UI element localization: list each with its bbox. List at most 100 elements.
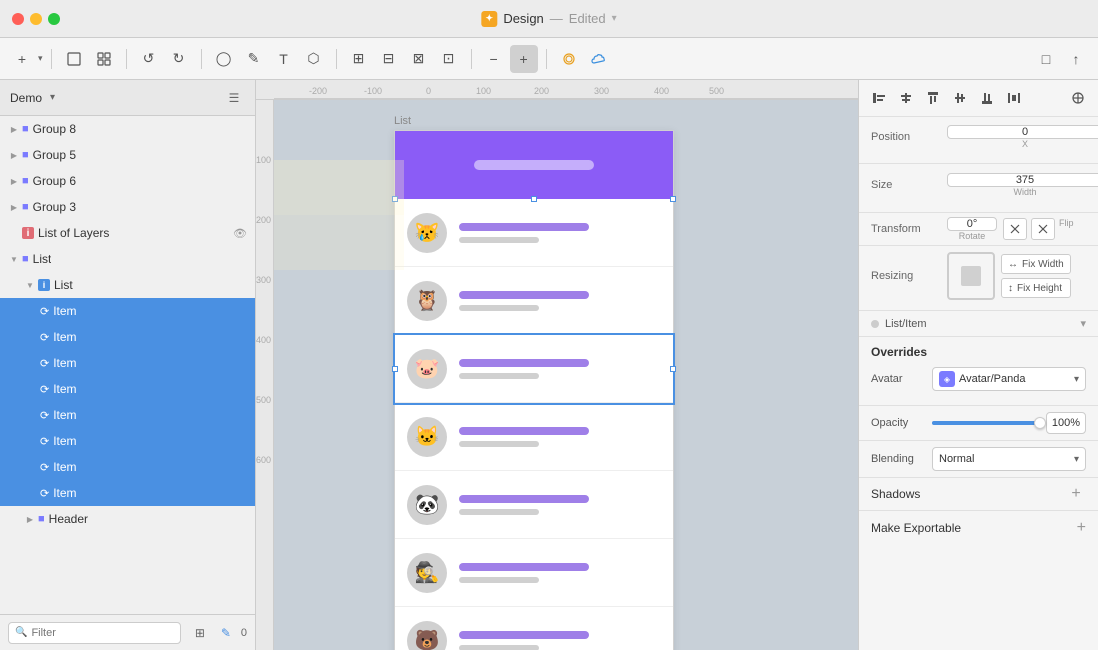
layer-group3[interactable]: ▶ ■ Group 3: [0, 194, 255, 220]
align-center-btn[interactable]: [894, 86, 918, 110]
workspace-dropdown-icon[interactable]: ▾: [50, 92, 55, 103]
list-row-3[interactable]: 🐷: [395, 335, 673, 403]
maximize-button[interactable]: [48, 13, 60, 25]
zoom-minus-button[interactable]: −: [480, 45, 508, 73]
layer-item-8[interactable]: ⟳ Item: [0, 480, 255, 506]
share-button[interactable]: [555, 45, 583, 73]
layer-group8[interactable]: ▶ ■ Group 8: [0, 116, 255, 142]
opacity-thumb[interactable]: [1034, 417, 1046, 429]
distribute-button[interactable]: ⊠: [405, 45, 433, 73]
expand-list-inner[interactable]: ▼: [24, 279, 36, 291]
v-tick-500: 500: [256, 395, 271, 405]
list-row-6[interactable]: 🕵: [395, 539, 673, 607]
align-left-button[interactable]: ⊞: [345, 45, 373, 73]
expand-group5[interactable]: ▶: [8, 149, 20, 161]
layer-item-7[interactable]: ⟳ Item: [0, 454, 255, 480]
add-shadow-button[interactable]: +: [1066, 484, 1086, 504]
expand-list[interactable]: ▼: [8, 253, 20, 265]
redo-button[interactable]: ↻: [165, 45, 193, 73]
list-row-5[interactable]: 🐼: [395, 471, 673, 539]
list-row-4[interactable]: 🐱: [395, 403, 673, 471]
layer-group6[interactable]: ▶ ■ Group 6: [0, 168, 255, 194]
avatar-override-select[interactable]: ◈ Avatar/Panda ▾: [932, 367, 1086, 391]
resize-handle-ml[interactable]: [392, 366, 398, 372]
component-ref-row[interactable]: List/Item ▾: [859, 311, 1098, 337]
position-x-input[interactable]: [947, 125, 1098, 139]
layer-name-item3: Item: [53, 356, 76, 370]
title-dropdown-icon[interactable]: ▾: [612, 13, 617, 24]
size-width-input[interactable]: [947, 173, 1098, 187]
list-row-2[interactable]: 🦉: [395, 267, 673, 335]
align-left-btn[interactable]: [867, 86, 891, 110]
copy-button[interactable]: ⊞: [189, 622, 211, 644]
layer-name-item8: Item: [53, 486, 76, 500]
distribute-h-btn[interactable]: [1002, 86, 1026, 110]
spacing-button[interactable]: ⊡: [435, 45, 463, 73]
fix-height-btn[interactable]: ↕ Fix Height: [1001, 278, 1071, 298]
components-button[interactable]: [90, 45, 118, 73]
zoom-in-button[interactable]: +: [510, 45, 538, 73]
edit-button[interactable]: ✎: [215, 622, 237, 644]
pen-button[interactable]: ✎: [240, 45, 268, 73]
layer-header[interactable]: ▶ ■ Header: [0, 506, 255, 532]
image-button[interactable]: ⬡: [300, 45, 328, 73]
align-top-btn[interactable]: [921, 86, 945, 110]
filter-input[interactable]: [31, 627, 173, 639]
opacity-slider[interactable]: [932, 421, 1040, 425]
canvas-area[interactable]: -200 -100 0 100 200 300 400 500 100 200 …: [256, 80, 858, 650]
list-row-7[interactable]: 🐻: [395, 607, 673, 650]
avatar-select-arrow: ▾: [1074, 374, 1079, 385]
close-button[interactable]: [12, 13, 24, 25]
export-button[interactable]: ↑: [1062, 45, 1090, 73]
expand-list-of-layers[interactable]: ▶: [8, 227, 20, 239]
workspace-name[interactable]: Demo: [10, 91, 42, 105]
minimize-button[interactable]: [30, 13, 42, 25]
layer-list-of-layers[interactable]: ▶ i List of Layers 👁: [0, 220, 255, 246]
transform-label: Transform: [871, 223, 941, 235]
shape-button[interactable]: ◯: [210, 45, 238, 73]
line-long-3: [459, 359, 589, 367]
layer-item-2[interactable]: ⟳ Item: [0, 324, 255, 350]
rotate-input[interactable]: [947, 217, 997, 231]
align-right-button[interactable]: ⊟: [375, 45, 403, 73]
flip-vertical-btn[interactable]: [1031, 218, 1055, 240]
expand-group3[interactable]: ▶: [8, 201, 20, 213]
expand-header[interactable]: ▶: [24, 513, 36, 525]
list-row-1[interactable]: 😿: [395, 199, 673, 267]
align-middle-btn[interactable]: [948, 86, 972, 110]
hide-sidebar-button[interactable]: ☰: [223, 87, 245, 109]
list-mockup[interactable]: 😿 🦉 🐷: [394, 130, 674, 650]
fix-width-btn[interactable]: ↔ Fix Width: [1001, 254, 1071, 274]
position-label: Position: [871, 131, 941, 143]
blending-select[interactable]: Normal ▾: [932, 447, 1086, 471]
resize-handle-mr[interactable]: [670, 366, 676, 372]
layer-item-1[interactable]: ⟳ Item: [0, 298, 255, 324]
canvas-content[interactable]: List 😿: [274, 100, 858, 650]
layers-button[interactable]: [60, 45, 88, 73]
layer-item-3[interactable]: ⟳ Item: [0, 350, 255, 376]
toolbar-separator-5: [471, 49, 472, 69]
layer-item-5[interactable]: ⟳ Item: [0, 402, 255, 428]
layer-item-6[interactable]: ⟳ Item: [0, 428, 255, 454]
layer-group5[interactable]: ▶ ■ Group 5: [0, 142, 255, 168]
text-button[interactable]: T: [270, 45, 298, 73]
layer-list[interactable]: ▼ ■ List: [0, 246, 255, 272]
layer-item-4[interactable]: ⟳ Item: [0, 376, 255, 402]
add-exportable-button[interactable]: +: [1077, 519, 1086, 537]
component-chevron-icon[interactable]: ▾: [1080, 317, 1086, 330]
add-button[interactable]: +: [8, 45, 36, 73]
expand-group6[interactable]: ▶: [8, 175, 20, 187]
layout-btn[interactable]: [1066, 86, 1090, 110]
filter-wrapper[interactable]: 🔍: [8, 622, 181, 644]
expand-group8[interactable]: ▶: [8, 123, 20, 135]
search-icon: 🔍: [15, 627, 27, 638]
flip-horizontal-btn[interactable]: [1003, 218, 1027, 240]
visibility-icon[interactable]: 👁: [233, 227, 247, 240]
layer-name-group6: Group 6: [33, 174, 76, 188]
undo-button[interactable]: ↺: [135, 45, 163, 73]
fix-height-icon: ↕: [1008, 283, 1013, 294]
align-bottom-btn[interactable]: [975, 86, 999, 110]
cloud-button[interactable]: [585, 45, 613, 73]
inspector-button[interactable]: □: [1032, 45, 1060, 73]
layer-list-inner[interactable]: ▼ i List: [0, 272, 255, 298]
